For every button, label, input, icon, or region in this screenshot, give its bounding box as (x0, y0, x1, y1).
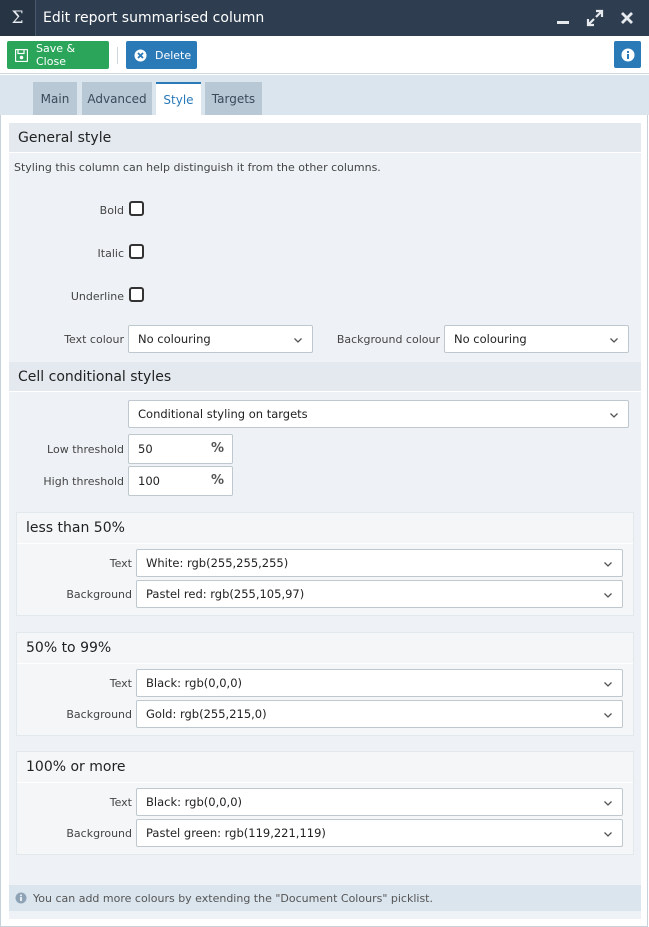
style-tab-content: General style Styling this column can he… (0, 115, 648, 927)
maximize-button[interactable] (579, 0, 611, 36)
tab-main[interactable]: Main (33, 82, 77, 115)
style-panel: General style Styling this column can he… (9, 123, 641, 919)
chevron-down-icon (610, 413, 618, 418)
band-text-colour-value: White: rgb(255,255,255) (146, 556, 289, 570)
text-colour-value: No colouring (138, 332, 211, 346)
band-less-than-50: less than 50% Text White: rgb(255,255,25… (16, 512, 634, 616)
italic-label: Italic (97, 247, 124, 260)
toolbar: Save & Close Delete (0, 36, 649, 74)
underline-label: Underline (70, 290, 124, 303)
chevron-down-icon (610, 338, 618, 343)
band-background-label: Background (66, 708, 132, 721)
italic-checkbox[interactable] (129, 244, 144, 259)
delete-button[interactable]: Delete (126, 41, 197, 69)
chevron-down-icon (604, 682, 612, 687)
text-colour-label: Text colour (64, 333, 124, 346)
general-style-description: Styling this column can help distinguish… (14, 161, 381, 174)
percent-symbol: % (210, 441, 224, 456)
title-bar: Σ Edit report summarised column (0, 0, 649, 36)
high-threshold-label: High threshold (43, 475, 124, 488)
conditional-mode-value: Conditional styling on targets (138, 407, 308, 421)
band-background-label: Background (66, 827, 132, 840)
tab-style[interactable]: Style (156, 82, 201, 115)
background-colour-label: Background colour (336, 333, 440, 346)
band-title: less than 50% (26, 520, 125, 536)
low-threshold-label: Low threshold (47, 443, 124, 456)
band-background-colour-value: Gold: rgb(255,215,0) (146, 707, 267, 721)
band-text-label: Text (109, 677, 132, 690)
chevron-down-icon (294, 338, 302, 343)
chevron-down-icon (604, 562, 612, 567)
band-text-label: Text (109, 557, 132, 570)
delete-label: Delete (155, 48, 192, 62)
band-text-colour-select[interactable]: Black: rgb(0,0,0) (136, 788, 623, 816)
underline-checkbox[interactable] (129, 287, 144, 302)
band-divider (17, 782, 633, 783)
band-background-colour-value: Pastel red: rgb(255,105,97) (146, 587, 305, 601)
info-message-bar: You can add more colours by extending th… (9, 885, 641, 911)
info-message-text: You can add more colours by extending th… (33, 891, 433, 905)
band-background-colour-select[interactable]: Pastel green: rgb(119,221,119) (136, 819, 623, 847)
delete-icon (134, 49, 147, 62)
band-text-colour-value: Black: rgb(0,0,0) (146, 795, 243, 809)
conditional-mode-select[interactable]: Conditional styling on targets (128, 400, 629, 428)
tab-bar: Main Advanced Style Targets (0, 75, 649, 115)
bold-label: Bold (99, 204, 124, 217)
background-colour-value: No colouring (454, 332, 527, 346)
conditional-styles-heading: Cell conditional styles (9, 362, 641, 392)
band-text-label: Text (109, 796, 132, 809)
band-divider (17, 543, 633, 544)
save-close-label: Save & Close (36, 42, 76, 68)
chevron-down-icon (604, 713, 612, 718)
percent-symbol: % (210, 473, 224, 488)
bold-checkbox[interactable] (129, 201, 144, 216)
chevron-down-icon (604, 593, 612, 598)
minimize-icon (557, 21, 569, 24)
chevron-down-icon (604, 801, 612, 806)
window-title: Edit report summarised column (43, 10, 265, 26)
sigma-icon: Σ (0, 0, 36, 36)
toolbar-divider (117, 47, 118, 64)
low-threshold-input[interactable]: 50 % (128, 434, 233, 464)
band-title: 100% or more (26, 759, 126, 775)
tab-targets[interactable]: Targets (205, 82, 262, 115)
info-icon (621, 48, 634, 61)
close-button[interactable] (611, 0, 643, 36)
maximize-icon (586, 9, 604, 27)
band-title: 50% to 99% (26, 640, 112, 656)
band-background-colour-value: Pastel green: rgb(119,221,119) (146, 826, 326, 840)
close-icon (621, 12, 633, 24)
band-background-label: Background (66, 588, 132, 601)
chevron-down-icon (604, 832, 612, 837)
band-divider (17, 663, 633, 664)
high-threshold-value: 100 (138, 474, 160, 488)
text-colour-select[interactable]: No colouring (128, 325, 313, 353)
info-button[interactable] (614, 41, 641, 68)
low-threshold-value: 50 (138, 442, 153, 456)
tab-advanced[interactable]: Advanced (82, 82, 152, 115)
band-text-colour-value: Black: rgb(0,0,0) (146, 676, 243, 690)
band-background-colour-select[interactable]: Gold: rgb(255,215,0) (136, 700, 623, 728)
general-style-heading: General style (9, 123, 641, 153)
save-close-button[interactable]: Save & Close (7, 41, 109, 69)
background-colour-select[interactable]: No colouring (444, 325, 629, 353)
band-text-colour-select[interactable]: White: rgb(255,255,255) (136, 549, 623, 577)
minimize-button[interactable] (547, 0, 579, 36)
band-background-colour-select[interactable]: Pastel red: rgb(255,105,97) (136, 580, 623, 608)
high-threshold-input[interactable]: 100 % (128, 466, 233, 496)
band-text-colour-select[interactable]: Black: rgb(0,0,0) (136, 669, 623, 697)
info-circle-icon (15, 892, 27, 904)
save-icon (15, 48, 28, 62)
band-50-to-99: 50% to 99% Text Black: rgb(0,0,0) Backgr… (16, 632, 634, 736)
band-100-or-more: 100% or more Text Black: rgb(0,0,0) Back… (16, 751, 634, 855)
